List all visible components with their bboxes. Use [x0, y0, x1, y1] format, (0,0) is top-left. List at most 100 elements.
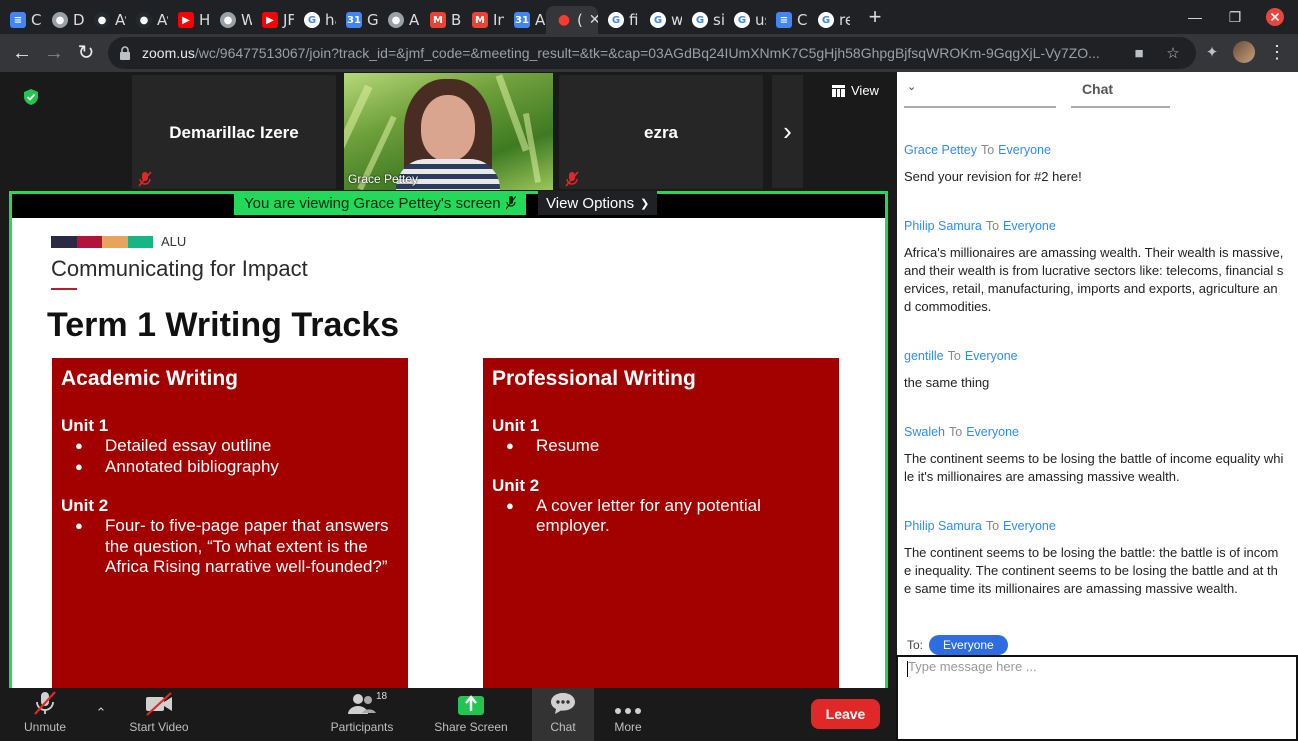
browser-tab[interactable]: M Bc	[420, 6, 462, 34]
profile-avatar[interactable]	[1233, 41, 1255, 63]
sender-name[interactable]: Grace Pettey	[904, 143, 977, 157]
sender-name[interactable]: Philip Samura	[904, 219, 982, 233]
tab-close-icon[interactable]: ✕	[589, 12, 598, 28]
browser-tab[interactable]: ● Av	[126, 6, 168, 34]
tab-title: Av	[157, 11, 168, 29]
share-screen-label: Share Screen	[434, 720, 508, 734]
tab-title: Ch	[31, 11, 42, 29]
globe-icon: ●	[220, 12, 236, 28]
unmute-button[interactable]: Unmute	[18, 688, 72, 741]
google-icon: G	[818, 12, 834, 28]
browser-tab[interactable]: Gha	[294, 6, 336, 34]
leave-button[interactable]: Leave	[811, 699, 880, 729]
list-item: Annotated bibliography	[75, 457, 399, 478]
docs-icon: ≡	[10, 12, 26, 28]
participant-tile[interactable]: ezra	[559, 75, 763, 189]
tab-title: Al	[535, 11, 546, 29]
camera-blocked-icon[interactable]: ■	[1130, 45, 1148, 63]
view-options-label: View Options	[546, 194, 635, 212]
recipient-name: Everyone	[964, 349, 1018, 363]
gmail-icon: M	[430, 12, 446, 28]
browser-tab[interactable]: Gus	[724, 6, 766, 34]
more-dots-icon	[615, 708, 641, 714]
sender-name[interactable]: Philip Samura	[904, 519, 982, 533]
start-video-button[interactable]: Start Video	[123, 688, 195, 741]
browser-tab[interactable]: Gre	[808, 6, 850, 34]
audio-options-caret-icon[interactable]: ⌃	[93, 705, 109, 721]
tab-title: In	[493, 11, 504, 29]
minimize-icon[interactable]: —	[1182, 0, 1208, 34]
restore-icon[interactable]: ❐	[1222, 0, 1248, 34]
encryption-shield-icon[interactable]	[22, 88, 40, 106]
recipient-name: Everyone	[966, 425, 1020, 439]
chat-messages[interactable]: Grace Pettey To Everyone Send your revisio…	[897, 106, 1298, 642]
presentation-slide: ALU Communicating for Impact Term 1 Writ…	[12, 218, 885, 688]
tab-title: W	[241, 11, 252, 29]
browser-tab[interactable]: M In	[462, 6, 504, 34]
browser-tab[interactable]: ● W	[210, 6, 252, 34]
browser-tab[interactable]: ▶ Hc	[168, 6, 210, 34]
chat-message-input[interactable]: Type message here ...	[896, 655, 1298, 741]
send-to-label: To:	[907, 638, 924, 652]
logo-bar	[76, 236, 102, 248]
reload-icon[interactable]: ↻	[74, 41, 98, 65]
professional-writing-box: Professional Writing Unit 1 Resume Unit …	[483, 358, 839, 688]
to-label: To	[947, 349, 961, 363]
message-text: Send your revision for #2 here!	[904, 169, 1082, 184]
chat-message: Philip Samura To Everyone The continent se…	[904, 519, 1284, 598]
chat-label: Chat	[550, 720, 576, 734]
participants-label: Participants	[330, 720, 394, 734]
bookmark-star-icon[interactable]: ☆	[1164, 45, 1182, 63]
screen: ≡Ch●De●Av●Av▶Hc●W▶JFGha31Gc●AlMBcMIn31Al…	[0, 0, 1298, 741]
sender-name[interactable]: Swaleh	[904, 425, 945, 439]
browser-tab[interactable]: ● (✕	[546, 6, 598, 34]
participant-tile[interactable]: Demarillac Izere	[132, 75, 336, 189]
share-screen-button[interactable]: Share Screen	[432, 688, 510, 741]
address-bar[interactable]: zoom.us/wc/96477513067/join?track_id=&jm…	[108, 37, 1196, 69]
message-meta: Grace Pettey To Everyone	[904, 143, 1284, 157]
tab-title: us	[755, 11, 766, 29]
browser-tab[interactable]: Gwl	[640, 6, 682, 34]
slide-heading: Term 1 Writing Tracks	[47, 306, 400, 344]
to-label: To	[949, 425, 963, 439]
chat-message: Philip Samura To Everyone Africa's million…	[904, 219, 1284, 316]
recipient-selector[interactable]: Everyone	[929, 635, 1008, 655]
browser-tab[interactable]: ● De	[42, 6, 84, 34]
browser-tab[interactable]: ▶ JF	[252, 6, 294, 34]
browser-toolbar: ← → ↻ zoom.us/wc/96477513067/join?track_…	[0, 34, 1298, 72]
back-icon[interactable]: ←	[10, 41, 34, 65]
tab-title: JF	[283, 11, 294, 29]
browser-tab[interactable]: ● Al	[378, 6, 420, 34]
new-tab-icon[interactable]: +	[862, 4, 888, 30]
browser-tab[interactable]: 31 Al	[504, 6, 546, 34]
view-label: View	[851, 83, 879, 98]
browser-tab[interactable]: 31 Gc	[336, 6, 378, 34]
forward-icon[interactable]: →	[42, 41, 66, 65]
browser-tab[interactable]: ≡ Ch	[0, 6, 42, 34]
academic-writing-box: Academic Writing Unit 1 Detailed essay o…	[52, 358, 408, 688]
screen-share-banner: You are viewing Grace Pettey's screen	[234, 191, 526, 215]
participant-video-tile[interactable]: Grace Pettey	[344, 73, 553, 190]
browser-menu-icon[interactable]: ⋮	[1268, 42, 1286, 63]
tab-title: De	[73, 11, 84, 29]
grid-view-icon	[832, 84, 845, 97]
browser-tab[interactable]: ≡ Co	[766, 6, 808, 34]
chat-button[interactable]: Chat	[532, 688, 594, 741]
browser-tab[interactable]: ● Av	[84, 6, 126, 34]
unit-list: A cover letter for any potential employe…	[506, 496, 830, 537]
view-options-button[interactable]: View Options ❯	[538, 191, 658, 215]
browser-tab[interactable]: Gsi	[682, 6, 724, 34]
next-page-arrow-icon[interactable]: ›	[772, 75, 803, 188]
window-close-button[interactable]	[1264, 0, 1286, 34]
to-label: To	[980, 143, 995, 157]
message-meta: Swaleh To Everyone	[904, 425, 1284, 439]
sender-name[interactable]: gentille	[904, 349, 944, 363]
message-meta: gentille To Everyone	[904, 349, 1284, 363]
extensions-puzzle-icon[interactable]: ✦	[1203, 44, 1221, 62]
logo-text: ALU	[161, 234, 187, 249]
browser-tab[interactable]: Gfi	[598, 6, 640, 34]
participant-face	[421, 95, 475, 161]
more-button[interactable]: More	[604, 688, 652, 741]
view-button[interactable]: View	[832, 83, 879, 98]
tab-title: si	[713, 11, 724, 29]
